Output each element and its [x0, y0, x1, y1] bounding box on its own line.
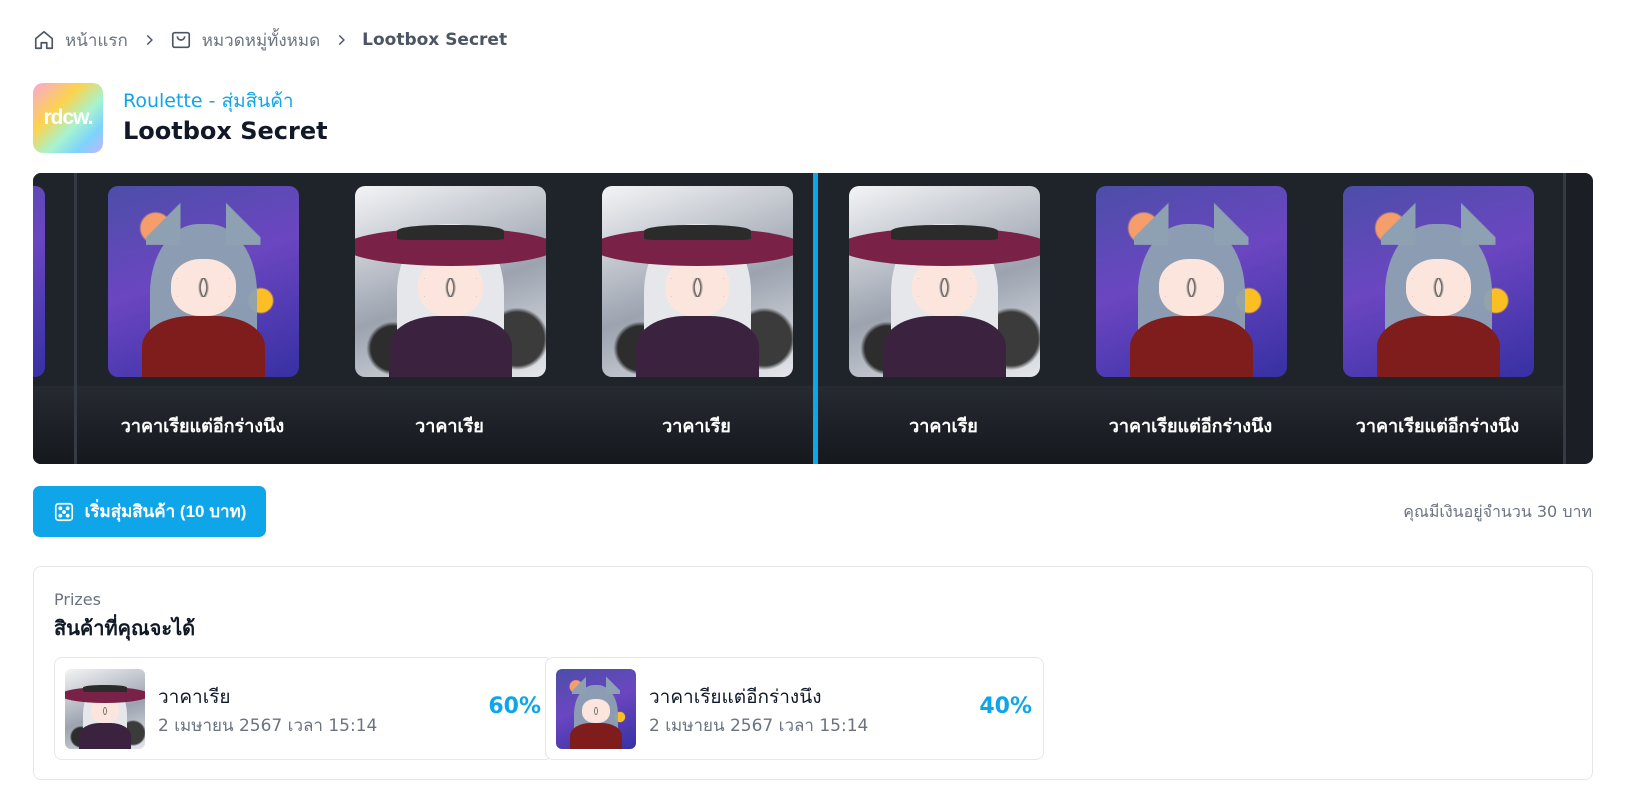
prizes-panel: Prizes สินค้าที่คุณจะได้ วาคาเรีย 2 เมษาย…: [33, 566, 1593, 780]
prizes-eyebrow: Prizes: [54, 590, 101, 609]
character-image: [33, 186, 45, 377]
roulette-item-label: วาคาเรีย: [415, 415, 484, 437]
shop-logo-text: rdcw.: [43, 106, 93, 129]
breadcrumb: หน้าแรก หมวดหมู่ทั้งหมด Lootbox Secret: [33, 27, 507, 53]
roulette-item-image: [355, 186, 546, 377]
character-image: [355, 186, 546, 377]
character-image: [1096, 186, 1287, 377]
shop-logo: rdcw.: [33, 83, 103, 153]
roulette-item: วาคาเรียแต่อีกร่างนึง: [1065, 173, 1319, 464]
roulette-item-label-band: [33, 386, 74, 464]
roulette-item-label-band: วาคาเรียแต่อีกร่างนึง: [1312, 386, 1563, 464]
home-icon: [34, 30, 54, 50]
chevron-right-icon: [334, 33, 348, 47]
roulette-item-label: วาคาเรีย: [662, 415, 731, 437]
roulette-item: วาคาเรีย: [324, 173, 578, 464]
roulette-item: วาคาเรียแต่อีกร่างนึง: [1312, 173, 1566, 464]
breadcrumb-home[interactable]: หน้าแรก: [33, 27, 128, 54]
prizes-title: สินค้าที่คุณจะได้: [54, 616, 196, 640]
character-image: [1343, 186, 1534, 377]
start-roll-label: เริ่มสุ่มสินค้า (10 บาท): [84, 502, 247, 521]
roulette-item-image: [1343, 186, 1534, 377]
shopping-bag-icon: [171, 31, 190, 49]
roulette-item-label-band: วาคาเรีย: [818, 386, 1069, 464]
roulette-item-label: วาคาเรียแต่อีกร่างนึง: [1355, 415, 1520, 437]
category-link[interactable]: Roulette - สุ่มสินค้า: [123, 86, 294, 116]
character-image: [556, 669, 636, 749]
roulette-item-image: [849, 186, 1040, 377]
roulette-item-label-band: วาคาเรียแต่อีกร่างนึง: [1065, 386, 1316, 464]
roulette-item-label-band: วาคาเรียแต่อีกร่างนึง: [77, 386, 328, 464]
prize-date: 2 เมษายน 2567 เวลา 15:14: [158, 716, 378, 736]
roulette-item-label: วาคาเรียแต่อีกร่างนึง: [1108, 415, 1273, 437]
roulette-item: วาคาเรีย: [818, 173, 1072, 464]
character-image: [65, 669, 145, 749]
roulette-item: [33, 173, 77, 464]
roulette-item: วาคาเรียแต่อีกร่างนึง: [77, 173, 331, 464]
prize-card[interactable]: วาคาเรียแต่อีกร่างนึง 2 เมษายน 2567 เวลา …: [545, 657, 1044, 760]
start-roll-button[interactable]: เริ่มสุ่มสินค้า (10 บาท): [33, 486, 266, 537]
roulette-item-image: [33, 186, 45, 377]
prize-card[interactable]: วาคาเรีย 2 เมษายน 2567 เวลา 15:14 60%: [54, 657, 553, 760]
roulette-item-image: [602, 186, 793, 377]
balance-text: คุณมีเงินอยู่จำนวน 30 บาท: [1403, 502, 1592, 521]
prize-name: วาคาเรีย: [158, 686, 231, 708]
roulette-item-label: วาคาเรียแต่อีกร่างนึง: [120, 415, 285, 437]
roulette-strip: วาคาเรียแต่อีกร่างนึง วาคาเรีย วาคาเรีย วาค…: [33, 173, 1593, 464]
character-image: [849, 186, 1040, 377]
breadcrumb-categories-label: หมวดหมู่ทั้งหมด: [201, 30, 321, 51]
roulette-item: วาคาเรีย: [571, 173, 825, 464]
roulette-item-label-band: วาคาเรีย: [324, 386, 575, 464]
breadcrumb-categories[interactable]: หมวดหมู่ทั้งหมด: [170, 27, 320, 54]
roulette-item-image: [108, 186, 299, 377]
character-image: [108, 186, 299, 377]
page-title: Lootbox Secret: [123, 117, 328, 145]
prize-image: [556, 669, 636, 749]
prize-image: [65, 669, 145, 749]
prize-chance: 60%: [488, 694, 541, 719]
roulette-item-label: วาคาเรีย: [909, 415, 978, 437]
roulette-item-label-band: วาคาเรีย: [571, 386, 822, 464]
prize-date: 2 เมษายน 2567 เวลา 15:14: [649, 716, 869, 736]
dice-icon: [54, 502, 73, 521]
roulette-item-image: [1096, 186, 1287, 377]
breadcrumb-current: Lootbox Secret: [362, 30, 508, 50]
prize-name: วาคาเรียแต่อีกร่างนึง: [649, 686, 822, 708]
breadcrumb-home-label: หน้าแรก: [65, 30, 128, 51]
roulette-pointer: [813, 173, 818, 464]
chevron-right-icon: [142, 33, 156, 47]
prize-chance: 40%: [979, 694, 1032, 719]
character-image: [602, 186, 793, 377]
